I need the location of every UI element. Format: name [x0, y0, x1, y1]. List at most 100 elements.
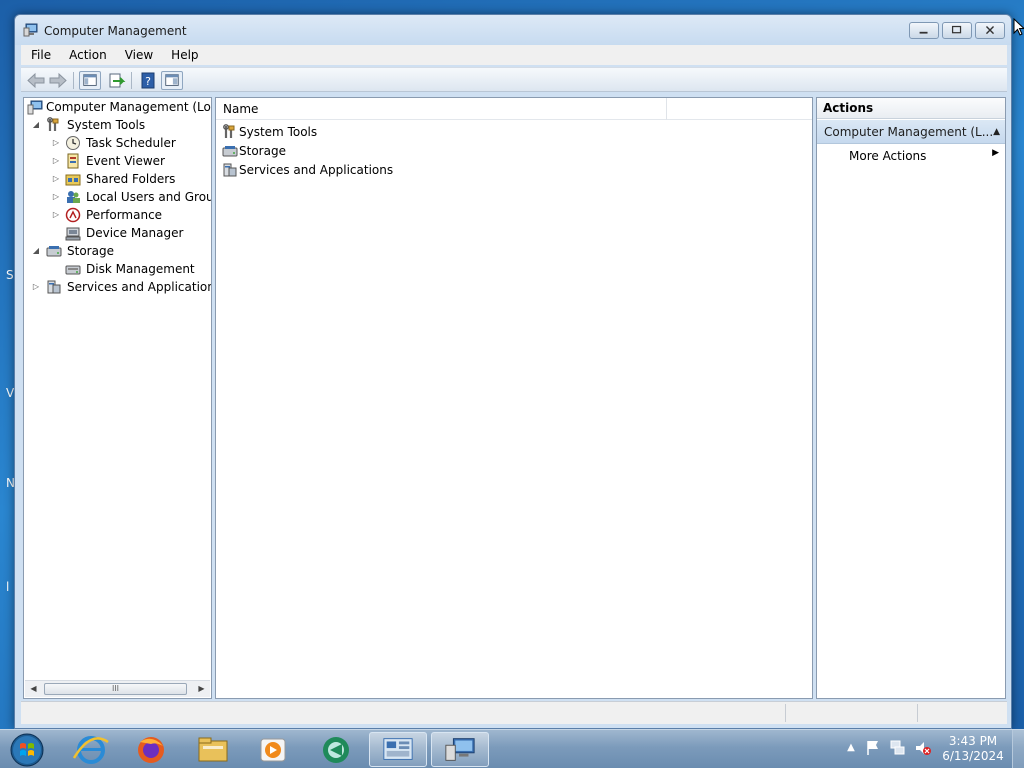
expand-arrow-icon[interactable]: ▷	[31, 278, 41, 296]
event-viewer-icon	[67, 153, 79, 169]
details-list[interactable]: Name System Tools Storage Services and A…	[215, 97, 813, 699]
scroll-thumb[interactable]: III	[44, 683, 187, 695]
list-item-label: Storage	[239, 144, 286, 158]
computer-management-window: Computer Management File Action View Hel…	[14, 14, 1012, 729]
actions-section-computer-management[interactable]: Computer Management (L... ▲	[817, 120, 1005, 144]
list-item-services-and-applications[interactable]: Services and Applications	[222, 161, 422, 180]
expand-arrow-icon[interactable]: ▷	[51, 152, 61, 170]
show-hidden-icons-arrow-icon[interactable]: ▲	[842, 738, 860, 758]
toolbar: ?	[21, 67, 1007, 92]
expand-arrow-icon[interactable]: ▷	[51, 170, 61, 188]
show-hide-console-tree-icon[interactable]	[79, 71, 101, 90]
list-item-system-tools[interactable]: System Tools	[222, 123, 422, 142]
computer-management-taskbar-icon[interactable]	[431, 732, 489, 767]
menu-view[interactable]: View	[115, 48, 161, 62]
volume-muted-icon[interactable]	[914, 738, 932, 758]
minimize-icon	[919, 31, 928, 34]
tree-item-system-tools[interactable]: ◢ System Tools	[31, 116, 211, 134]
collapse-arrow-icon[interactable]: ◢	[31, 116, 41, 134]
close-icon	[985, 26, 995, 35]
control-panel-icon[interactable]	[369, 732, 427, 767]
tree-item-label: Disk Management	[86, 262, 195, 276]
scroll-left-arrow-icon[interactable]: ◀	[25, 681, 42, 697]
file-explorer-icon[interactable]	[184, 732, 242, 767]
tree-item-label: Computer Management (Local	[46, 98, 211, 116]
status-cell	[917, 704, 1005, 722]
tree-item-services-and-applications[interactable]: ▷ Services and Applications	[31, 278, 211, 296]
list-item-label: Services and Applications	[239, 163, 394, 177]
collapse-arrow-icon[interactable]: ◢	[31, 242, 41, 260]
tree-item-event-viewer[interactable]: ▷ Event Viewer	[51, 152, 211, 170]
users-group-icon	[67, 191, 80, 203]
tree-item-computer-management[interactable]: Computer Management (Local	[27, 98, 211, 116]
tree-item-label: Storage	[67, 244, 114, 258]
menu-action[interactable]: Action	[59, 48, 115, 62]
scroll-right-arrow-icon[interactable]: ▶	[193, 681, 210, 697]
tree-item-label: Device Manager	[86, 226, 184, 240]
export-list-icon[interactable]	[105, 71, 127, 90]
expand-arrow-icon[interactable]: ▷	[51, 134, 61, 152]
taskbar: ▲ 3:43 PM 6/13/2024	[0, 729, 1024, 768]
desktop-edge-glyph: S	[6, 268, 14, 282]
computer-management-icon	[23, 23, 38, 37]
column-header-empty	[668, 98, 812, 120]
action-center-flag-icon[interactable]	[864, 738, 882, 758]
list-header: Name	[216, 98, 812, 120]
status-bar	[21, 701, 1007, 724]
console-tree[interactable]: Computer Management (Local ◢ System Tool…	[23, 97, 212, 699]
toolbar-separator	[131, 72, 132, 89]
menu-bar: File Action View Help	[21, 45, 1007, 65]
back-icon[interactable]	[25, 71, 47, 90]
title-bar[interactable]: Computer Management	[15, 15, 1011, 45]
clock-icon	[66, 136, 80, 150]
list-item-storage[interactable]: Storage	[222, 142, 422, 161]
services-and-applications-icon	[47, 280, 61, 294]
close-button[interactable]	[975, 22, 1005, 39]
forward-icon[interactable]	[47, 71, 69, 90]
menu-file[interactable]: File	[21, 48, 59, 62]
menu-help[interactable]: Help	[161, 48, 206, 62]
system-tools-icon	[223, 124, 235, 138]
tree-item-storage[interactable]: ◢ Storage	[31, 242, 211, 260]
actions-pane: Actions Computer Management (L... ▲ More…	[816, 97, 1006, 699]
more-actions-item[interactable]: More Actions	[849, 146, 926, 166]
expand-arrow-icon[interactable]: ▷	[51, 206, 61, 224]
tree-item-performance[interactable]: ▷ Performance	[51, 206, 211, 224]
tree-horizontal-scrollbar[interactable]: ◀ III ▶	[25, 680, 210, 697]
firefox-icon[interactable]	[122, 732, 180, 767]
show-hide-action-pane-icon[interactable]	[161, 71, 183, 90]
desktop-edge-glyph: V	[6, 386, 15, 400]
tree-item-label: System Tools	[67, 118, 146, 132]
expand-arrow-icon[interactable]: ▷	[51, 188, 61, 206]
toolbar-separator	[73, 72, 74, 89]
list-item-label: System Tools	[239, 125, 318, 139]
tree-item-task-scheduler[interactable]: ▷ Task Scheduler	[51, 134, 211, 152]
media-player-icon[interactable]	[244, 732, 302, 767]
restore-icon	[951, 25, 962, 34]
column-header-name[interactable]: Name	[216, 98, 667, 120]
tree-item-disk-management[interactable]: Disk Management	[51, 260, 211, 278]
tree-item-local-users-and-groups[interactable]: ▷ Local Users and Groups	[51, 188, 211, 206]
collapse-caret-icon[interactable]: ▲	[993, 120, 1000, 144]
desktop-edge-glyph: l	[6, 580, 10, 594]
tree-item-label: Event Viewer	[86, 154, 165, 168]
actions-header: Actions	[817, 98, 1005, 119]
window-title: Computer Management	[44, 24, 187, 38]
system-tools-icon	[47, 117, 59, 131]
network-icon[interactable]	[888, 738, 906, 758]
tree-item-shared-folders[interactable]: ▷ Shared Folders	[51, 170, 211, 188]
maximize-button[interactable]	[942, 22, 972, 39]
performance-icon	[65, 207, 81, 223]
computer-management-icon	[27, 100, 43, 115]
storage-icon	[222, 146, 238, 157]
show-desktop-button[interactable]	[1012, 730, 1024, 768]
app-circle-icon[interactable]	[306, 732, 364, 767]
taskbar-clock[interactable]: 3:43 PM 6/13/2024	[942, 734, 1004, 764]
help-icon[interactable]: ?	[137, 71, 159, 90]
clock-time: 3:43 PM	[948, 734, 998, 748]
minimize-button[interactable]	[909, 22, 939, 39]
start-button-icon[interactable]	[7, 732, 47, 768]
tree-item-label: Shared Folders	[86, 172, 176, 186]
internet-explorer-icon[interactable]	[62, 732, 120, 767]
tree-item-device-manager[interactable]: Device Manager	[51, 224, 211, 242]
